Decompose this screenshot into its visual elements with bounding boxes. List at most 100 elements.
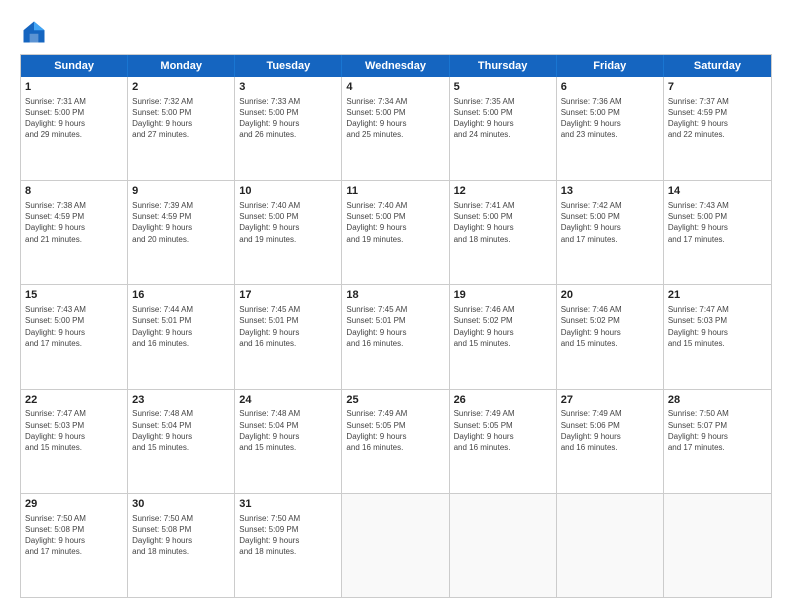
calendar-cell: 20Sunrise: 7:46 AM Sunset: 5:02 PM Dayli… <box>557 285 664 388</box>
day-info: Sunrise: 7:37 AM Sunset: 4:59 PM Dayligh… <box>668 96 767 141</box>
day-info: Sunrise: 7:49 AM Sunset: 5:06 PM Dayligh… <box>561 408 659 453</box>
calendar-cell: 10Sunrise: 7:40 AM Sunset: 5:00 PM Dayli… <box>235 181 342 284</box>
day-number: 30 <box>132 497 230 512</box>
day-number: 21 <box>668 288 767 303</box>
calendar-week: 15Sunrise: 7:43 AM Sunset: 5:00 PM Dayli… <box>21 285 771 389</box>
day-info: Sunrise: 7:44 AM Sunset: 5:01 PM Dayligh… <box>132 304 230 349</box>
day-header: Sunday <box>21 55 128 77</box>
day-info: Sunrise: 7:47 AM Sunset: 5:03 PM Dayligh… <box>25 408 123 453</box>
day-number: 28 <box>668 393 767 408</box>
day-info: Sunrise: 7:50 AM Sunset: 5:08 PM Dayligh… <box>132 513 230 558</box>
calendar-cell: 11Sunrise: 7:40 AM Sunset: 5:00 PM Dayli… <box>342 181 449 284</box>
calendar-week: 29Sunrise: 7:50 AM Sunset: 5:08 PM Dayli… <box>21 494 771 597</box>
calendar-cell: 15Sunrise: 7:43 AM Sunset: 5:00 PM Dayli… <box>21 285 128 388</box>
calendar-cell <box>450 494 557 597</box>
day-info: Sunrise: 7:43 AM Sunset: 5:00 PM Dayligh… <box>668 200 767 245</box>
day-number: 8 <box>25 184 123 199</box>
calendar-cell: 27Sunrise: 7:49 AM Sunset: 5:06 PM Dayli… <box>557 390 664 493</box>
calendar-cell: 13Sunrise: 7:42 AM Sunset: 5:00 PM Dayli… <box>557 181 664 284</box>
day-number: 12 <box>454 184 552 199</box>
day-number: 14 <box>668 184 767 199</box>
day-number: 25 <box>346 393 444 408</box>
calendar-body: 1Sunrise: 7:31 AM Sunset: 5:00 PM Daylig… <box>21 77 771 597</box>
logo <box>20 18 52 46</box>
calendar-cell: 18Sunrise: 7:45 AM Sunset: 5:01 PM Dayli… <box>342 285 449 388</box>
day-number: 11 <box>346 184 444 199</box>
day-info: Sunrise: 7:46 AM Sunset: 5:02 PM Dayligh… <box>561 304 659 349</box>
calendar-header: SundayMondayTuesdayWednesdayThursdayFrid… <box>21 55 771 77</box>
day-number: 18 <box>346 288 444 303</box>
day-number: 26 <box>454 393 552 408</box>
day-number: 20 <box>561 288 659 303</box>
day-info: Sunrise: 7:45 AM Sunset: 5:01 PM Dayligh… <box>239 304 337 349</box>
day-info: Sunrise: 7:48 AM Sunset: 5:04 PM Dayligh… <box>132 408 230 453</box>
day-number: 9 <box>132 184 230 199</box>
day-header: Friday <box>557 55 664 77</box>
day-info: Sunrise: 7:33 AM Sunset: 5:00 PM Dayligh… <box>239 96 337 141</box>
day-header: Saturday <box>664 55 771 77</box>
calendar-cell: 22Sunrise: 7:47 AM Sunset: 5:03 PM Dayli… <box>21 390 128 493</box>
calendar-cell: 28Sunrise: 7:50 AM Sunset: 5:07 PM Dayli… <box>664 390 771 493</box>
header <box>20 18 772 46</box>
day-info: Sunrise: 7:49 AM Sunset: 5:05 PM Dayligh… <box>346 408 444 453</box>
day-info: Sunrise: 7:50 AM Sunset: 5:07 PM Dayligh… <box>668 408 767 453</box>
day-number: 5 <box>454 80 552 95</box>
day-header: Tuesday <box>235 55 342 77</box>
day-number: 15 <box>25 288 123 303</box>
calendar-cell: 29Sunrise: 7:50 AM Sunset: 5:08 PM Dayli… <box>21 494 128 597</box>
day-number: 29 <box>25 497 123 512</box>
day-info: Sunrise: 7:38 AM Sunset: 4:59 PM Dayligh… <box>25 200 123 245</box>
day-number: 6 <box>561 80 659 95</box>
day-info: Sunrise: 7:35 AM Sunset: 5:00 PM Dayligh… <box>454 96 552 141</box>
day-info: Sunrise: 7:50 AM Sunset: 5:09 PM Dayligh… <box>239 513 337 558</box>
day-info: Sunrise: 7:31 AM Sunset: 5:00 PM Dayligh… <box>25 96 123 141</box>
day-info: Sunrise: 7:40 AM Sunset: 5:00 PM Dayligh… <box>346 200 444 245</box>
calendar-cell: 16Sunrise: 7:44 AM Sunset: 5:01 PM Dayli… <box>128 285 235 388</box>
calendar-cell: 24Sunrise: 7:48 AM Sunset: 5:04 PM Dayli… <box>235 390 342 493</box>
day-info: Sunrise: 7:32 AM Sunset: 5:00 PM Dayligh… <box>132 96 230 141</box>
calendar-cell: 12Sunrise: 7:41 AM Sunset: 5:00 PM Dayli… <box>450 181 557 284</box>
day-info: Sunrise: 7:43 AM Sunset: 5:00 PM Dayligh… <box>25 304 123 349</box>
calendar-cell <box>664 494 771 597</box>
day-number: 10 <box>239 184 337 199</box>
calendar-cell <box>342 494 449 597</box>
day-number: 4 <box>346 80 444 95</box>
day-number: 19 <box>454 288 552 303</box>
day-number: 31 <box>239 497 337 512</box>
day-number: 3 <box>239 80 337 95</box>
day-info: Sunrise: 7:50 AM Sunset: 5:08 PM Dayligh… <box>25 513 123 558</box>
day-info: Sunrise: 7:41 AM Sunset: 5:00 PM Dayligh… <box>454 200 552 245</box>
day-number: 23 <box>132 393 230 408</box>
day-number: 16 <box>132 288 230 303</box>
page: SundayMondayTuesdayWednesdayThursdayFrid… <box>0 0 792 612</box>
calendar-cell: 2Sunrise: 7:32 AM Sunset: 5:00 PM Daylig… <box>128 77 235 180</box>
calendar-cell: 31Sunrise: 7:50 AM Sunset: 5:09 PM Dayli… <box>235 494 342 597</box>
calendar-cell: 3Sunrise: 7:33 AM Sunset: 5:00 PM Daylig… <box>235 77 342 180</box>
day-info: Sunrise: 7:45 AM Sunset: 5:01 PM Dayligh… <box>346 304 444 349</box>
calendar-cell: 19Sunrise: 7:46 AM Sunset: 5:02 PM Dayli… <box>450 285 557 388</box>
day-header: Monday <box>128 55 235 77</box>
calendar-cell: 4Sunrise: 7:34 AM Sunset: 5:00 PM Daylig… <box>342 77 449 180</box>
day-info: Sunrise: 7:39 AM Sunset: 4:59 PM Dayligh… <box>132 200 230 245</box>
day-number: 22 <box>25 393 123 408</box>
calendar-week: 1Sunrise: 7:31 AM Sunset: 5:00 PM Daylig… <box>21 77 771 181</box>
day-info: Sunrise: 7:46 AM Sunset: 5:02 PM Dayligh… <box>454 304 552 349</box>
day-info: Sunrise: 7:48 AM Sunset: 5:04 PM Dayligh… <box>239 408 337 453</box>
day-info: Sunrise: 7:34 AM Sunset: 5:00 PM Dayligh… <box>346 96 444 141</box>
day-info: Sunrise: 7:47 AM Sunset: 5:03 PM Dayligh… <box>668 304 767 349</box>
day-info: Sunrise: 7:40 AM Sunset: 5:00 PM Dayligh… <box>239 200 337 245</box>
day-number: 17 <box>239 288 337 303</box>
calendar-cell: 5Sunrise: 7:35 AM Sunset: 5:00 PM Daylig… <box>450 77 557 180</box>
calendar-cell: 9Sunrise: 7:39 AM Sunset: 4:59 PM Daylig… <box>128 181 235 284</box>
calendar-week: 8Sunrise: 7:38 AM Sunset: 4:59 PM Daylig… <box>21 181 771 285</box>
day-number: 24 <box>239 393 337 408</box>
day-info: Sunrise: 7:36 AM Sunset: 5:00 PM Dayligh… <box>561 96 659 141</box>
calendar-week: 22Sunrise: 7:47 AM Sunset: 5:03 PM Dayli… <box>21 390 771 494</box>
calendar-cell: 6Sunrise: 7:36 AM Sunset: 5:00 PM Daylig… <box>557 77 664 180</box>
calendar-cell: 7Sunrise: 7:37 AM Sunset: 4:59 PM Daylig… <box>664 77 771 180</box>
calendar: SundayMondayTuesdayWednesdayThursdayFrid… <box>20 54 772 598</box>
day-info: Sunrise: 7:42 AM Sunset: 5:00 PM Dayligh… <box>561 200 659 245</box>
day-number: 13 <box>561 184 659 199</box>
calendar-cell: 8Sunrise: 7:38 AM Sunset: 4:59 PM Daylig… <box>21 181 128 284</box>
day-header: Thursday <box>450 55 557 77</box>
